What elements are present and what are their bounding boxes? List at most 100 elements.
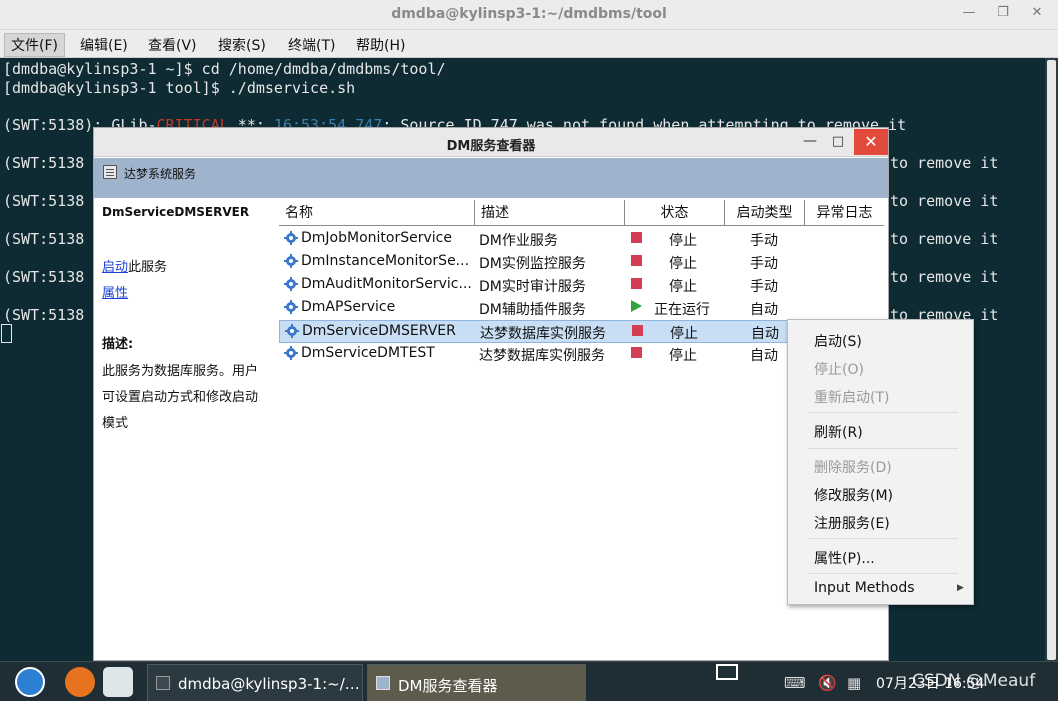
terminal-line: (SWT:5138 <box>3 230 85 248</box>
description-label: 描述: <box>102 337 134 352</box>
terminal-line-tail: to remove it <box>890 230 999 248</box>
column-header-status[interactable]: 状态 <box>625 200 725 226</box>
menu-item-refresh[interactable]: 刷新(R) <box>814 422 863 442</box>
service-status: 停止 <box>669 233 697 249</box>
start-service-link[interactable]: 启动 <box>102 260 128 275</box>
column-header-desc[interactable]: 描述 <box>475 200 625 226</box>
terminal-title: dmdba@kylinsp3-1:~/dmdbms/tool <box>391 6 667 22</box>
service-status: 停止 <box>669 348 697 364</box>
menu-view[interactable]: 查看(V) <box>144 35 201 55</box>
terminal-line: (SWT:5138 <box>3 154 85 172</box>
service-desc: 达梦数据库实例服务 <box>480 326 606 342</box>
terminal-line-tail: to remove it <box>890 192 999 210</box>
minimize-icon[interactable]: — <box>958 3 980 23</box>
taskbar: dmdba@kylinsp3-1:~/… DM服务查看器 ⌨ 🔇 ▦ 07月23… <box>0 661 1058 701</box>
service-desc: DM实时审计服务 <box>479 279 586 295</box>
service-status: 停止 <box>669 256 697 272</box>
stopped-icon <box>631 232 642 243</box>
task-dm-viewer[interactable]: DM服务查看器 <box>367 664 586 701</box>
submenu-arrow-icon: ▶ <box>957 583 964 593</box>
service-desc: DM实例监控服务 <box>479 256 586 272</box>
terminal-line: (SWT:5138 <box>3 306 85 324</box>
properties-link[interactable]: 属性 <box>102 286 128 301</box>
service-start-type: 手动 <box>750 233 778 249</box>
menu-search[interactable]: 搜索(S) <box>214 35 270 55</box>
dialog-minimize-icon[interactable]: — <box>798 133 822 151</box>
column-header-name[interactable]: 名称 <box>279 200 475 226</box>
table-row[interactable]: DmInstanceMonitorSe... DM实例监控服务 停止 手动 <box>279 251 884 274</box>
stopped-icon <box>631 278 642 289</box>
stopped-icon <box>631 347 642 358</box>
menu-file[interactable]: 文件(F) <box>4 33 65 57</box>
dialog-maximize-icon[interactable]: □ <box>826 133 850 151</box>
restore-icon[interactable]: ❐ <box>992 3 1014 23</box>
column-header-error-log[interactable]: 异常日志 <box>805 200 884 226</box>
description-text: 模式 <box>102 416 129 431</box>
column-header-start-type[interactable]: 启动类型 <box>725 200 805 226</box>
terminal-titlebar: dmdba@kylinsp3-1:~/dmdbms/tool — ❐ ✕ <box>0 0 1058 30</box>
scrollbar-thumb[interactable] <box>1047 60 1056 660</box>
menu-item-start[interactable]: 启动(S) <box>814 331 862 351</box>
dialog-close-icon[interactable]: ✕ <box>854 129 888 155</box>
service-gear-icon <box>285 324 299 338</box>
start-menu-icon[interactable] <box>15 667 45 697</box>
description-text: 可设置启动方式和修改启动 <box>102 390 259 405</box>
dialog-title: DM服务查看器 <box>446 139 536 154</box>
stopped-icon <box>632 325 643 336</box>
menu-item-modify[interactable]: 修改服务(M) <box>814 485 893 505</box>
terminal-line: (SWT:5138 <box>3 192 85 210</box>
dialog-titlebar: DM服务查看器 — □ ✕ <box>94 128 888 157</box>
menu-item-input-methods[interactable]: Input Methods <box>814 580 915 596</box>
service-start-type: 自动 <box>751 326 779 342</box>
service-start-type: 自动 <box>750 348 778 364</box>
service-name: DmInstanceMonitorSe... <box>301 253 470 269</box>
firefox-icon[interactable] <box>65 667 95 697</box>
menu-separator <box>808 448 958 449</box>
selected-service-name: DmServiceDMSERVER <box>102 205 250 219</box>
start-service-line: 启动此服务 <box>102 256 167 275</box>
menu-help[interactable]: 帮助(H) <box>352 35 409 55</box>
service-desc: DM作业服务 <box>479 233 558 249</box>
task-dm-viewer-label: DM服务查看器 <box>398 677 498 695</box>
table-row[interactable]: DmAuditMonitorServic... DM实时审计服务 停止 手动 <box>279 274 884 297</box>
toolbar-label: 达梦系统服务 <box>124 167 197 181</box>
desktop-switcher-icon[interactable] <box>716 664 738 680</box>
menu-item-properties[interactable]: 属性(P)... <box>814 548 875 568</box>
menu-terminal[interactable]: 终端(T) <box>284 35 339 55</box>
keyboard-icon[interactable]: ⌨ <box>784 674 806 692</box>
network-icon[interactable]: ▦ <box>847 674 861 692</box>
watermark: CSDN @Meauf <box>912 671 1036 691</box>
volume-muted-icon[interactable]: 🔇 <box>818 674 837 692</box>
service-name: DmJobMonitorService <box>301 230 452 246</box>
menu-separator <box>808 412 958 413</box>
dm-viewer-icon <box>376 676 390 690</box>
properties-line: 属性 <box>102 282 128 301</box>
file-manager-icon[interactable] <box>103 667 133 697</box>
terminal-line: (SWT:5138 <box>3 268 85 286</box>
menu-edit[interactable]: 编辑(E) <box>76 35 132 55</box>
service-gear-icon <box>284 300 298 314</box>
menu-item-delete: 删除服务(D) <box>814 460 892 476</box>
terminal-scrollbar[interactable] <box>1045 58 1058 661</box>
table-row[interactable]: DmJobMonitorService DM作业服务 停止 手动 <box>279 228 884 251</box>
service-name: DmAPService <box>301 299 396 315</box>
dm-service-viewer-window: DM服务查看器 — □ ✕ 达梦系统服务 DmServiceDMSERVER 启… <box>93 127 889 661</box>
table-row[interactable]: DmAPService DM辅助插件服务 正在运行 自动 <box>279 297 884 320</box>
close-icon[interactable]: ✕ <box>1026 3 1048 23</box>
service-start-type: 手动 <box>750 256 778 272</box>
service-list-icon <box>103 165 117 179</box>
menu-item-register[interactable]: 注册服务(E) <box>814 513 890 533</box>
menu-item-stop: 停止(O) <box>814 362 864 378</box>
service-desc: DM辅助插件服务 <box>479 302 586 318</box>
service-name: DmAuditMonitorServic... <box>301 276 472 292</box>
terminal-icon <box>156 676 170 690</box>
terminal-line-tail: to remove it <box>890 268 999 286</box>
service-name: DmServiceDMTEST <box>301 345 435 361</box>
swt-prefix: (SWT:5138 <box>3 116 85 134</box>
service-gear-icon <box>284 254 298 268</box>
stopped-icon <box>631 255 642 266</box>
service-status: 停止 <box>670 326 698 342</box>
task-terminal[interactable]: dmdba@kylinsp3-1:~/… <box>147 664 363 701</box>
description-text: 此服务为数据库服务。用户 <box>102 364 259 379</box>
service-name: DmServiceDMSERVER <box>302 323 456 339</box>
